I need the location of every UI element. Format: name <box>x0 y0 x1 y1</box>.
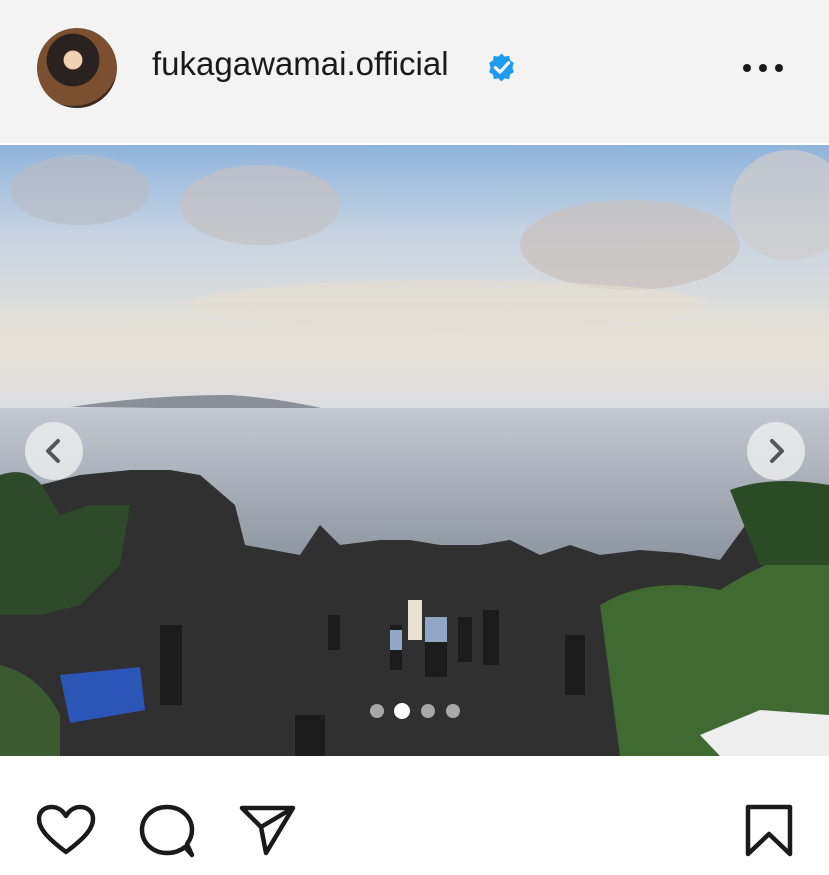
avatar[interactable] <box>37 28 117 108</box>
share-icon[interactable] <box>238 803 298 859</box>
carousel-dot-4 <box>446 704 460 718</box>
post-media[interactable] <box>0 145 829 756</box>
chevron-left-icon <box>46 439 60 463</box>
post-header: fukagawamai.official <box>0 0 829 143</box>
heart-icon[interactable] <box>36 804 96 856</box>
carousel-next-button[interactable] <box>747 422 805 480</box>
carousel-dot-3 <box>421 704 435 718</box>
carousel-prev-button[interactable] <box>25 422 83 480</box>
carousel-indicator <box>370 702 470 719</box>
comment-icon[interactable] <box>138 803 198 859</box>
verified-badge-icon <box>489 53 514 82</box>
carousel-dot-1 <box>370 704 384 718</box>
bookmark-icon[interactable] <box>744 804 794 858</box>
post-actions-bar <box>0 756 829 875</box>
username[interactable]: fukagawamai.official <box>152 45 449 83</box>
coastal-landscape-photo <box>0 145 829 756</box>
more-options-icon[interactable] <box>742 60 784 76</box>
carousel-dot-2 <box>394 703 410 719</box>
chevron-right-icon <box>770 439 784 463</box>
